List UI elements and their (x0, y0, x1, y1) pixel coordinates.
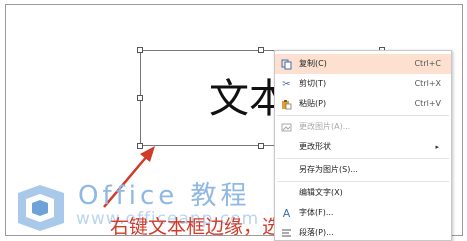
menu-item-copy[interactable]: 复制(C) Ctrl+C (275, 54, 451, 74)
menu-separator (277, 158, 449, 159)
menu-item-cut[interactable]: ✂ 剪切(T) Ctrl+X (275, 74, 451, 94)
menu-item-label: 另存为图片(S)... (299, 165, 358, 174)
menu-item-save-as-picture[interactable]: 另存为图片(S)... (275, 160, 451, 180)
menu-item-label: 更改图片(A)... (299, 122, 351, 131)
image-icon (281, 122, 292, 133)
menu-item-shortcut: Ctrl+C (414, 59, 441, 68)
watermark-brand: Office 教程 (78, 181, 251, 211)
menu-item-label: 粘贴(P) (299, 99, 327, 108)
menu-item-label: 复制(C) (299, 59, 327, 68)
font-icon: A (282, 207, 291, 220)
menu-item-change-shape[interactable]: 更改形状 ▸ (275, 137, 451, 157)
paragraph-icon (281, 228, 292, 239)
menu-item-label: 更改形状 (299, 142, 331, 151)
menu-item-label: 字体(F)... (299, 208, 334, 217)
menu-item-change-picture: 更改图片(A)... (275, 117, 451, 137)
context-menu: 复制(C) Ctrl+C ✂ 剪切(T) Ctrl+X 粘贴(P) Ctrl+V… (274, 50, 452, 241)
menu-item-label: 剪切(T) (299, 79, 327, 88)
menu-item-label: 段落(P)... (299, 228, 334, 237)
paste-icon (281, 99, 292, 110)
menu-item-shortcut: Ctrl+X (414, 79, 441, 88)
copy-icon (281, 59, 292, 70)
menu-separator (277, 115, 449, 116)
submenu-arrow-icon: ▸ (435, 143, 439, 151)
menu-item-font[interactable]: A 字体(F)... (275, 203, 451, 223)
menu-item-paste[interactable]: 粘贴(P) Ctrl+V (275, 94, 451, 114)
menu-separator (277, 181, 449, 182)
menu-item-shortcut: Ctrl+V (414, 99, 441, 108)
menu-item-label: 编辑文字(X) (299, 188, 343, 197)
menu-item-edit-text[interactable]: 编辑文字(X) (275, 183, 451, 203)
menu-item-paragraph[interactable]: 段落(P)... (275, 223, 451, 240)
scissors-icon: ✂ (282, 79, 291, 90)
office-logo-icon (18, 185, 64, 231)
